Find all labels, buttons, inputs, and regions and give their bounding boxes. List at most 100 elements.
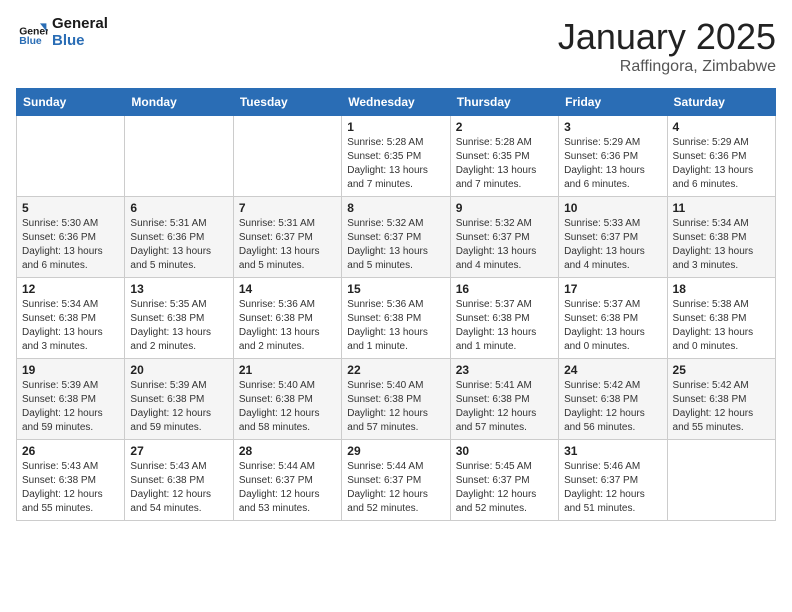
calendar-week-3: 12 Sunrise: 5:34 AM Sunset: 6:38 PM Dayli… [17, 278, 776, 359]
day-number: 26 [22, 444, 119, 458]
day-info: Sunrise: 5:34 AM Sunset: 6:38 PM Dayligh… [673, 217, 770, 273]
day-number: 28 [239, 444, 336, 458]
dow-header-friday: Friday [559, 89, 667, 116]
day-info: Sunrise: 5:33 AM Sunset: 6:37 PM Dayligh… [564, 217, 661, 273]
calendar-cell: 28 Sunrise: 5:44 AM Sunset: 6:37 PM Dayli… [233, 440, 341, 521]
calendar-cell: 25 Sunrise: 5:42 AM Sunset: 6:38 PM Dayli… [667, 359, 775, 440]
day-info: Sunrise: 5:36 AM Sunset: 6:38 PM Dayligh… [347, 298, 444, 354]
day-number: 22 [347, 363, 444, 377]
day-info: Sunrise: 5:35 AM Sunset: 6:38 PM Dayligh… [130, 298, 227, 354]
dow-header-monday: Monday [125, 89, 233, 116]
calendar-cell: 29Sunrise: 5:44 AM Sunset: 6:37 PM Dayli… [342, 440, 450, 521]
day-number: 15 [347, 282, 444, 296]
calendar-cell: 4Sunrise: 5:29 AM Sunset: 6:36 PM Daylig… [667, 116, 775, 197]
day-info: Sunrise: 5:37 AM Sunset: 6:38 PM Dayligh… [564, 298, 661, 354]
location: Raffingora, Zimbabwe [558, 58, 776, 76]
calendar-cell: 2 Sunrise: 5:28 AM Sunset: 6:35 PM Daylig… [450, 116, 558, 197]
calendar-cell: 16Sunrise: 5:37 AM Sunset: 6:38 PM Dayli… [450, 278, 558, 359]
calendar-cell: 18 Sunrise: 5:38 AM Sunset: 6:38 PM Dayli… [667, 278, 775, 359]
day-info: Sunrise: 5:39 AM Sunset: 6:38 PM Dayligh… [130, 379, 227, 435]
calendar-cell [667, 440, 775, 521]
title-block: January 2025 Raffingora, Zimbabwe [558, 16, 776, 76]
day-info: Sunrise: 5:40 AM Sunset: 6:38 PM Dayligh… [347, 379, 444, 435]
dow-header-tuesday: Tuesday [233, 89, 341, 116]
day-info: Sunrise: 5:42 AM Sunset: 6:38 PM Dayligh… [564, 379, 661, 435]
calendar-cell: 14 Sunrise: 5:36 AM Sunset: 6:38 PM Dayli… [233, 278, 341, 359]
day-number: 7 [239, 201, 336, 215]
day-info: Sunrise: 5:46 AM Sunset: 6:37 PM Dayligh… [564, 460, 661, 516]
calendar-cell: 21 Sunrise: 5:40 AM Sunset: 6:38 PM Dayli… [233, 359, 341, 440]
day-info: Sunrise: 5:28 AM Sunset: 6:35 PM Dayligh… [456, 136, 553, 192]
calendar-cell: 8 Sunrise: 5:32 AM Sunset: 6:37 PM Daylig… [342, 197, 450, 278]
day-number: 18 [673, 282, 770, 296]
calendar-cell: 24 Sunrise: 5:42 AM Sunset: 6:38 PM Dayli… [559, 359, 667, 440]
calendar-cell: 12 Sunrise: 5:34 AM Sunset: 6:38 PM Dayli… [17, 278, 125, 359]
day-number: 8 [347, 201, 444, 215]
calendar-cell: 9 Sunrise: 5:32 AM Sunset: 6:37 PM Daylig… [450, 197, 558, 278]
calendar-cell: 22 Sunrise: 5:40 AM Sunset: 6:38 PM Dayli… [342, 359, 450, 440]
calendar-week-2: 5 Sunrise: 5:30 AM Sunset: 6:36 PM Daylig… [17, 197, 776, 278]
day-number: 13 [130, 282, 227, 296]
day-info: Sunrise: 5:32 AM Sunset: 6:37 PM Dayligh… [456, 217, 553, 273]
calendar-cell: 30Sunrise: 5:45 AM Sunset: 6:37 PM Dayli… [450, 440, 558, 521]
day-number: 17 [564, 282, 661, 296]
day-info: Sunrise: 5:43 AM Sunset: 6:38 PM Dayligh… [130, 460, 227, 516]
day-number: 3 [564, 120, 661, 134]
calendar-cell: 19Sunrise: 5:39 AM Sunset: 6:38 PM Dayli… [17, 359, 125, 440]
day-info: Sunrise: 5:39 AM Sunset: 6:38 PM Dayligh… [22, 379, 119, 435]
day-info: Sunrise: 5:32 AM Sunset: 6:37 PM Dayligh… [347, 217, 444, 273]
day-info: Sunrise: 5:44 AM Sunset: 6:37 PM Dayligh… [239, 460, 336, 516]
calendar-cell: 10Sunrise: 5:33 AM Sunset: 6:37 PM Dayli… [559, 197, 667, 278]
day-number: 23 [456, 363, 553, 377]
day-number: 16 [456, 282, 553, 296]
day-number: 24 [564, 363, 661, 377]
day-number: 5 [22, 201, 119, 215]
page-header: General Blue General Blue January 2025 R… [16, 16, 776, 76]
month-title: January 2025 [558, 16, 776, 58]
day-number: 9 [456, 201, 553, 215]
day-info: Sunrise: 5:30 AM Sunset: 6:36 PM Dayligh… [22, 217, 119, 273]
day-info: Sunrise: 5:36 AM Sunset: 6:38 PM Dayligh… [239, 298, 336, 354]
calendar-week-1: 1Sunrise: 5:28 AM Sunset: 6:35 PM Daylig… [17, 116, 776, 197]
calendar-cell: 11Sunrise: 5:34 AM Sunset: 6:38 PM Dayli… [667, 197, 775, 278]
logo: General Blue General Blue [16, 16, 108, 49]
calendar-cell: 20Sunrise: 5:39 AM Sunset: 6:38 PM Dayli… [125, 359, 233, 440]
dow-header-wednesday: Wednesday [342, 89, 450, 116]
calendar-cell: 7Sunrise: 5:31 AM Sunset: 6:37 PM Daylig… [233, 197, 341, 278]
calendar-cell: 5 Sunrise: 5:30 AM Sunset: 6:36 PM Daylig… [17, 197, 125, 278]
day-info: Sunrise: 5:40 AM Sunset: 6:38 PM Dayligh… [239, 379, 336, 435]
calendar-cell [17, 116, 125, 197]
calendar-cell: 26Sunrise: 5:43 AM Sunset: 6:38 PM Dayli… [17, 440, 125, 521]
calendar-cell [233, 116, 341, 197]
day-info: Sunrise: 5:31 AM Sunset: 6:36 PM Dayligh… [130, 217, 227, 273]
calendar-cell: 23 Sunrise: 5:41 AM Sunset: 6:38 PM Dayli… [450, 359, 558, 440]
day-number: 6 [130, 201, 227, 215]
calendar-cell [125, 116, 233, 197]
day-number: 27 [130, 444, 227, 458]
calendar-table: SundayMondayTuesdayWednesdayThursdayFrid… [16, 88, 776, 521]
calendar-cell: 27 Sunrise: 5:43 AM Sunset: 6:38 PM Dayli… [125, 440, 233, 521]
day-info: Sunrise: 5:38 AM Sunset: 6:38 PM Dayligh… [673, 298, 770, 354]
logo-icon: General Blue [16, 17, 48, 49]
day-number: 14 [239, 282, 336, 296]
dow-header-saturday: Saturday [667, 89, 775, 116]
day-info: Sunrise: 5:41 AM Sunset: 6:38 PM Dayligh… [456, 379, 553, 435]
calendar-cell: 17 Sunrise: 5:37 AM Sunset: 6:38 PM Dayli… [559, 278, 667, 359]
calendar-cell: 15 Sunrise: 5:36 AM Sunset: 6:38 PM Dayli… [342, 278, 450, 359]
day-number: 25 [673, 363, 770, 377]
calendar-week-5: 26 Sunrise: 5:43 AM Sunset: 6:38 PM Dayli… [17, 440, 776, 521]
calendar-week-4: 19Sunrise: 5:39 AM Sunset: 6:38 PM Dayli… [17, 359, 776, 440]
day-number: 30 [456, 444, 553, 458]
day-number: 31 [564, 444, 661, 458]
day-info: Sunrise: 5:42 AM Sunset: 6:38 PM Dayligh… [673, 379, 770, 435]
calendar-cell: 1Sunrise: 5:28 AM Sunset: 6:35 PM Daylig… [342, 116, 450, 197]
svg-text:Blue: Blue [19, 36, 42, 47]
day-number: 12 [22, 282, 119, 296]
day-info: Sunrise: 5:29 AM Sunset: 6:36 PM Dayligh… [673, 136, 770, 192]
day-number: 2 [456, 120, 553, 134]
dow-header-sunday: Sunday [17, 89, 125, 116]
day-info: Sunrise: 5:28 AM Sunset: 6:35 PM Dayligh… [347, 136, 444, 192]
day-number: 21 [239, 363, 336, 377]
calendar-cell: 3Sunrise: 5:29 AM Sunset: 6:36 PM Daylig… [559, 116, 667, 197]
day-info: Sunrise: 5:34 AM Sunset: 6:38 PM Dayligh… [22, 298, 119, 354]
